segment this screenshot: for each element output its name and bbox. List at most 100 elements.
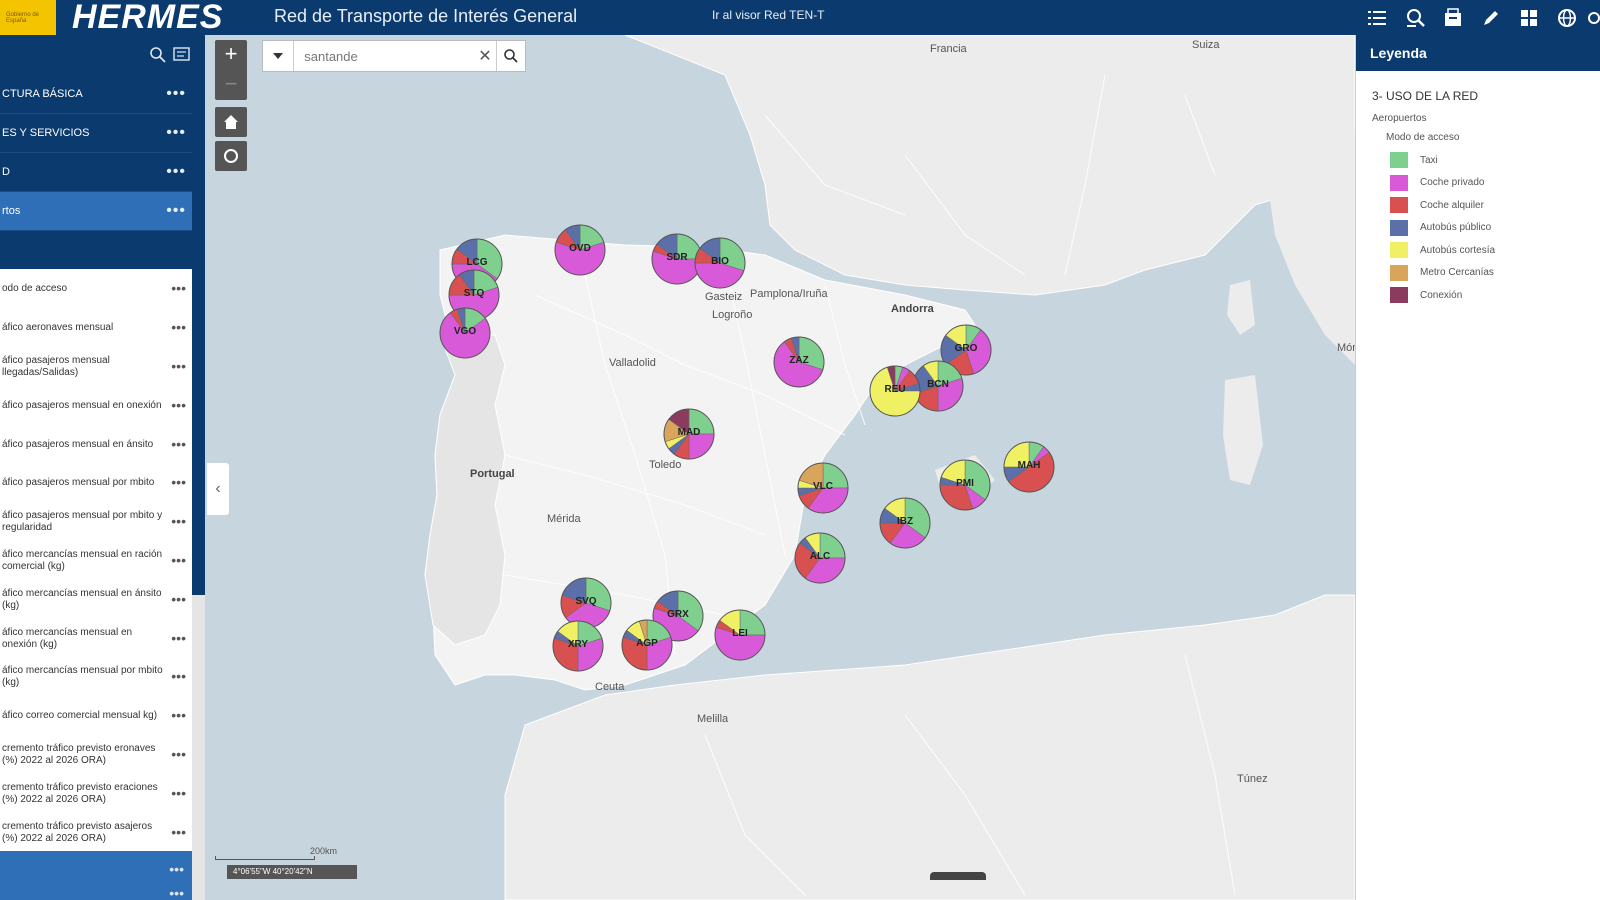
place-label: Melilla bbox=[697, 713, 729, 725]
more-options-icon[interactable]: ••• bbox=[171, 553, 186, 567]
airport-code: IBZ bbox=[896, 516, 914, 527]
sidebar-scrollbar[interactable] bbox=[192, 595, 205, 900]
search-source-dropdown[interactable] bbox=[263, 41, 295, 71]
legend-item: Metro Cercanías bbox=[1390, 262, 1600, 285]
more-options-icon[interactable]: ••• bbox=[166, 85, 186, 103]
place-label: Mérida bbox=[547, 513, 581, 525]
more-options-icon[interactable]: ••• bbox=[171, 786, 186, 800]
more-options-icon[interactable]: ••• bbox=[166, 202, 186, 220]
grid-icon[interactable] bbox=[1510, 0, 1548, 35]
airport-marker[interactable]: BIO bbox=[693, 236, 747, 290]
airport-marker[interactable]: IBZ bbox=[878, 496, 932, 550]
more-options-icon[interactable]: ••• bbox=[166, 124, 186, 142]
more-options-icon[interactable]: ••• bbox=[171, 592, 186, 606]
airport-code: VGO bbox=[453, 326, 477, 337]
pencil-icon[interactable] bbox=[1472, 0, 1510, 35]
more-tools-icon[interactable] bbox=[1586, 0, 1600, 35]
airport-marker[interactable]: XRY bbox=[551, 619, 605, 673]
airport-marker[interactable]: ZAZ bbox=[772, 335, 826, 389]
more-options-icon[interactable]: ••• bbox=[171, 631, 186, 645]
legend-label: Conexión bbox=[1420, 289, 1463, 301]
ten-t-viewer-link[interactable]: Ir al visor Red TEN-T bbox=[712, 0, 824, 30]
chevron-left-icon: ‹ bbox=[215, 480, 221, 497]
clear-search-button[interactable]: ✕ bbox=[474, 46, 495, 66]
legend-item: Coche alquiler bbox=[1390, 194, 1600, 217]
airport-code: ALC bbox=[809, 551, 831, 562]
layer-list-item[interactable]: cremento tráfico previsto asajeros (%) 2… bbox=[0, 812, 192, 851]
home-icon bbox=[224, 115, 238, 129]
more-options-icon[interactable]: ••• bbox=[169, 861, 184, 877]
layer-list-item[interactable]: áfico pasajeros mensual llegadas/Salidas… bbox=[0, 347, 192, 386]
sidebar-item-uso-red[interactable]: D ••• bbox=[0, 153, 192, 192]
layer-list-item[interactable]: áfico mercancías mensual en onexión (kg)… bbox=[0, 618, 192, 657]
globe-icon[interactable] bbox=[1548, 0, 1586, 35]
layers-icon[interactable] bbox=[1434, 0, 1472, 35]
layer-list-item[interactable]: odo de acceso ••• bbox=[0, 269, 192, 308]
more-options-icon[interactable]: ••• bbox=[169, 885, 184, 900]
legend-swatch bbox=[1390, 152, 1408, 169]
more-options-icon[interactable]: ••• bbox=[171, 320, 186, 334]
layer-list-item[interactable]: áfico pasajeros mensual por mbito ••• bbox=[0, 463, 192, 502]
airport-marker[interactable]: MAD bbox=[662, 407, 716, 461]
airport-marker[interactable]: ALC bbox=[793, 531, 847, 585]
more-options-icon[interactable]: ••• bbox=[171, 475, 186, 489]
more-options-icon[interactable]: ••• bbox=[171, 359, 186, 373]
app-title: Red de Transporte de Interés General bbox=[274, 6, 578, 26]
airport-marker[interactable]: VGO bbox=[438, 306, 492, 360]
layer-list-item[interactable]: áfico pasajeros mensual en ánsito ••• bbox=[0, 424, 192, 463]
place-label: Túnez bbox=[1237, 773, 1268, 785]
layer-list-item[interactable]: áfico aeronaves mensual ••• bbox=[0, 308, 192, 347]
more-options-icon[interactable]: ••• bbox=[171, 669, 186, 683]
more-options-icon[interactable]: ••• bbox=[171, 437, 186, 451]
search-input[interactable] bbox=[304, 48, 475, 64]
layer-list-item[interactable]: áfico mercancías mensual en ánsito (kg) •… bbox=[0, 579, 192, 618]
search-icon[interactable] bbox=[148, 45, 168, 65]
legend-label: Coche privado bbox=[1420, 177, 1485, 189]
list-icon[interactable] bbox=[1358, 0, 1396, 35]
map-view[interactable]: Francia Suiza Mónaco Andorra Portugal Pamplon… bbox=[205, 35, 1355, 900]
locate-button[interactable] bbox=[215, 141, 247, 171]
layer-list-panel: odo de acceso ••• áfico aeronaves mensual •… bbox=[0, 269, 192, 851]
place-label: Gasteiz bbox=[705, 291, 743, 303]
layer-list-item[interactable]: áfico pasajeros mensual por mbito y regu… bbox=[0, 502, 192, 541]
more-options-icon[interactable]: ••• bbox=[171, 281, 186, 295]
zoom-out-button[interactable]: − bbox=[215, 70, 247, 100]
layer-label: áfico pasajeros mensual por mbito bbox=[2, 477, 155, 489]
government-logo: Gobierno de España bbox=[0, 0, 56, 35]
more-options-icon[interactable]: ••• bbox=[171, 825, 186, 839]
layer-list-item[interactable]: áfico mercancías mensual por mbito (kg) •… bbox=[0, 657, 192, 696]
query-icon[interactable] bbox=[1396, 0, 1434, 35]
sidebar-item-servicios[interactable]: ES Y SERVICIOS ••• bbox=[0, 114, 192, 153]
more-options-icon[interactable]: ••• bbox=[166, 163, 186, 181]
airport-marker[interactable]: LEI bbox=[713, 608, 767, 662]
layer-list-item[interactable]: cremento tráfico previsto eraciones (%) … bbox=[0, 773, 192, 812]
more-options-icon[interactable]: ••• bbox=[171, 747, 186, 761]
attribution-tab[interactable] bbox=[930, 872, 986, 880]
more-options-icon[interactable]: ••• bbox=[171, 398, 186, 412]
airport-marker[interactable]: VLC bbox=[796, 461, 850, 515]
layer-list-item[interactable]: cremento tráfico previsto eronaves (%) 2… bbox=[0, 735, 192, 774]
search-button[interactable] bbox=[495, 41, 525, 71]
more-options-icon[interactable]: ••• bbox=[171, 514, 186, 528]
layer-list-item[interactable]: áfico mercancías mensual en ración comer… bbox=[0, 541, 192, 580]
airport-code: XRY bbox=[567, 639, 589, 650]
airport-marker[interactable]: PMI bbox=[938, 458, 992, 512]
home-button[interactable] bbox=[215, 107, 247, 137]
zoom-in-button[interactable]: + bbox=[215, 40, 247, 70]
collapse-sidebar-button[interactable]: ‹ bbox=[207, 463, 229, 515]
top-bar: Gobierno de España HERMES Red de Transpo… bbox=[0, 0, 1600, 35]
legend-item: Taxi bbox=[1390, 149, 1600, 172]
more-options-icon[interactable]: ••• bbox=[171, 708, 186, 722]
layer-list-item[interactable]: áfico correo comercial mensual kg) ••• bbox=[0, 696, 192, 735]
airport-marker[interactable]: MAH bbox=[1002, 440, 1056, 494]
airport-marker[interactable]: REU bbox=[868, 364, 922, 418]
airport-marker[interactable]: AGP bbox=[620, 618, 674, 672]
sidebar-item-aeropuertos[interactable]: rtos ••• bbox=[0, 192, 192, 231]
sidebar-item-infraestructura[interactable]: CTURA BÁSICA ••• bbox=[0, 75, 192, 114]
filter-list-icon[interactable] bbox=[172, 45, 192, 65]
legend-label: Metro Cercanías bbox=[1420, 267, 1494, 279]
layer-label: áfico correo comercial mensual kg) bbox=[2, 710, 158, 722]
airport-code: PMI bbox=[956, 478, 974, 489]
airport-marker[interactable]: OVD bbox=[553, 223, 607, 277]
layer-list-item[interactable]: áfico pasajeros mensual en onexión ••• bbox=[0, 385, 192, 424]
